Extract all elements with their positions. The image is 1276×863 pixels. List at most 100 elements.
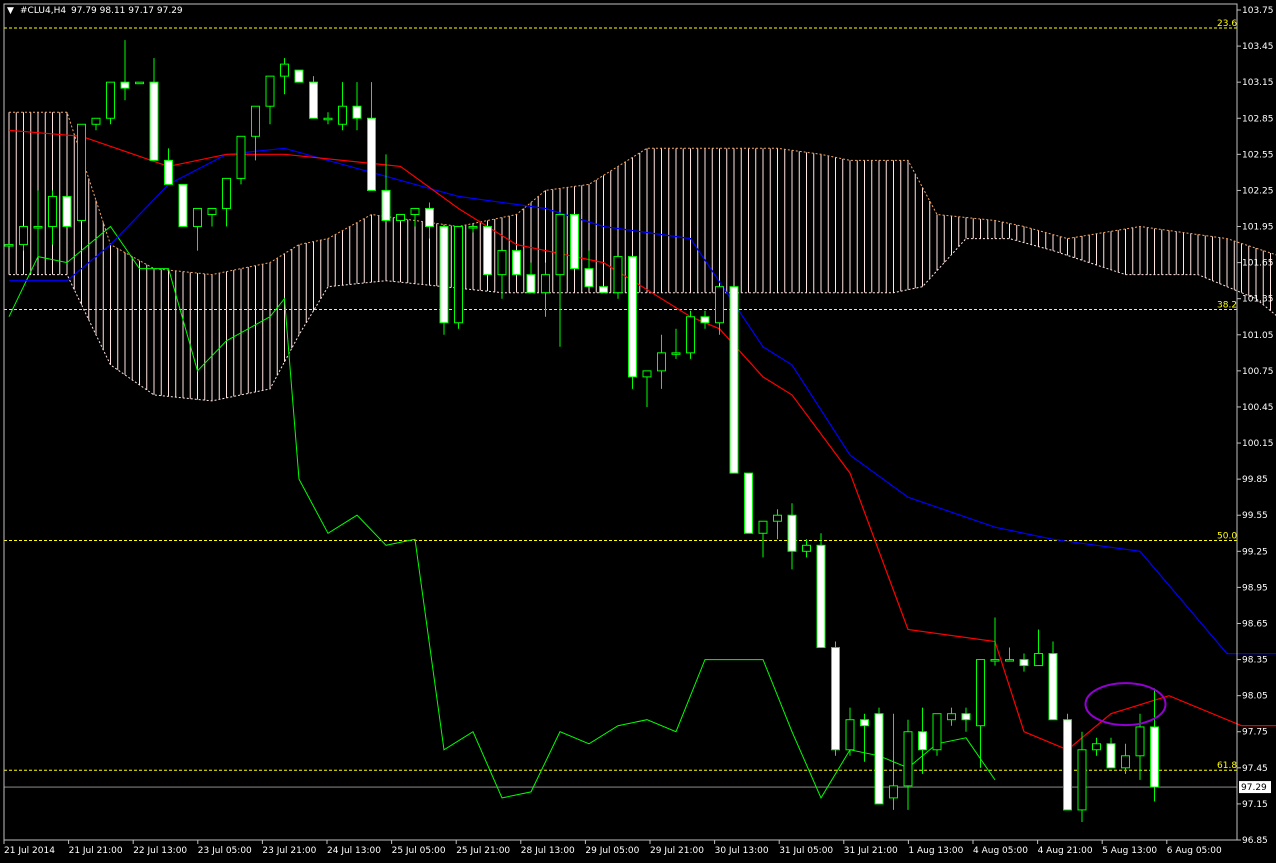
candle (396, 213, 405, 222)
y-tick-label: 102.85 (1242, 114, 1274, 124)
candle-body (657, 352, 666, 372)
candle-body (135, 81, 144, 85)
candle-body (599, 286, 608, 294)
candle-body (961, 713, 971, 721)
y-tick-label: 98.35 (1242, 656, 1268, 666)
x-tick-label: 4 Aug 05:00 (973, 846, 1028, 856)
candle-body (1063, 719, 1072, 811)
candle-body (468, 226, 478, 229)
candle-body (715, 286, 724, 324)
x-tick-label: 30 Jul 13:00 (715, 846, 769, 856)
candle-body (932, 713, 942, 751)
candle-body (642, 370, 652, 378)
x-tick-label: 29 Jul 05:00 (585, 846, 639, 856)
candle (874, 707, 884, 805)
candle-body (686, 316, 695, 354)
y-tick-label: 98.65 (1242, 619, 1268, 629)
x-tick-label: 1 Aug 13:00 (908, 846, 963, 856)
candle-body (860, 719, 869, 727)
fib-level-label: 61.8 (1217, 761, 1237, 771)
candle-body (874, 713, 884, 805)
candle-body (323, 117, 333, 121)
candle (686, 310, 695, 359)
candle-body (425, 207, 434, 228)
fib-level-label: 23.6 (1217, 19, 1237, 29)
candle-body (1150, 726, 1159, 788)
candle-body (251, 105, 260, 137)
x-tick-label: 23 Jul 21:00 (262, 846, 316, 856)
candle-body (744, 472, 753, 534)
x-tick-label: 4 Aug 21:00 (1038, 846, 1093, 856)
candle-body (918, 731, 927, 751)
candle (4, 244, 14, 247)
candle (613, 256, 623, 299)
candle (483, 226, 492, 276)
candle-body (1005, 659, 1014, 662)
candle (831, 641, 840, 756)
x-tick-label: 6 Aug 05:00 (1167, 846, 1222, 856)
candle-body (1135, 726, 1145, 757)
candle-body (120, 81, 130, 89)
candle (178, 183, 188, 228)
candle-body (62, 195, 72, 228)
candle (599, 286, 608, 294)
candle-body (802, 544, 811, 552)
x-tick-label: 29 Jul 21:00 (650, 846, 704, 856)
candle-body (889, 785, 898, 799)
y-tick-label: 97.15 (1242, 800, 1268, 810)
candle-body (178, 183, 188, 228)
candle-body (947, 713, 956, 721)
candle (106, 81, 115, 125)
x-tick-label: 25 Jul 21:00 (456, 846, 510, 856)
candle (294, 69, 304, 83)
chart-header: ▼ #CLU4,H4 97.79 98.11 97.17 97.29 (7, 6, 183, 16)
y-tick-label: 99.85 (1242, 475, 1268, 485)
candle-body (541, 274, 550, 294)
candle (62, 195, 72, 228)
candle (628, 256, 637, 389)
fib-level-label: 50.0 (1217, 531, 1237, 541)
x-tick-label: 25 Jul 05:00 (392, 846, 446, 856)
candle-body (338, 105, 347, 125)
candle-body (236, 135, 246, 179)
candle (439, 226, 449, 335)
candle-body (570, 213, 579, 270)
candle-body (367, 117, 376, 191)
candle (816, 533, 826, 649)
candle-body (773, 514, 782, 522)
candle-body (1077, 749, 1087, 811)
candle-body (671, 352, 681, 355)
fib-level-label: 38.2 (1217, 301, 1237, 311)
candle-body (613, 256, 623, 294)
y-tick-label: 98.05 (1242, 692, 1268, 702)
x-tick-label: 28 Jul 13:00 (521, 846, 575, 856)
candle-body (1019, 659, 1029, 667)
y-tick-label: 100.75 (1242, 367, 1274, 377)
candle-body (628, 256, 637, 378)
candle-body (845, 719, 855, 751)
candle-body (831, 647, 840, 751)
candle-body (193, 207, 202, 228)
candle (454, 226, 463, 329)
candle-body (787, 514, 797, 552)
candle-body (1034, 653, 1043, 667)
x-tick-label: 31 Jul 05:00 (779, 846, 833, 856)
candle-body (91, 117, 101, 125)
y-tick-label: 97.45 (1242, 764, 1268, 774)
candle-body (584, 268, 594, 288)
candle-body (454, 226, 463, 324)
candle (932, 713, 942, 756)
candle-body (410, 207, 420, 215)
y-tick-label: 97.75 (1242, 728, 1268, 738)
menu-triangle-icon[interactable]: ▼ (7, 6, 14, 16)
candle (1048, 641, 1058, 721)
y-tick-label: 102.25 (1242, 186, 1274, 196)
y-tick-label: 100.45 (1242, 403, 1274, 413)
candle-body (990, 659, 1000, 662)
candle-body (1121, 755, 1130, 769)
candle-body (309, 81, 318, 119)
candle-body (512, 250, 521, 276)
y-tick-label: 103.75 (1242, 6, 1274, 16)
candle-body (903, 731, 913, 787)
candle-body (294, 69, 304, 83)
